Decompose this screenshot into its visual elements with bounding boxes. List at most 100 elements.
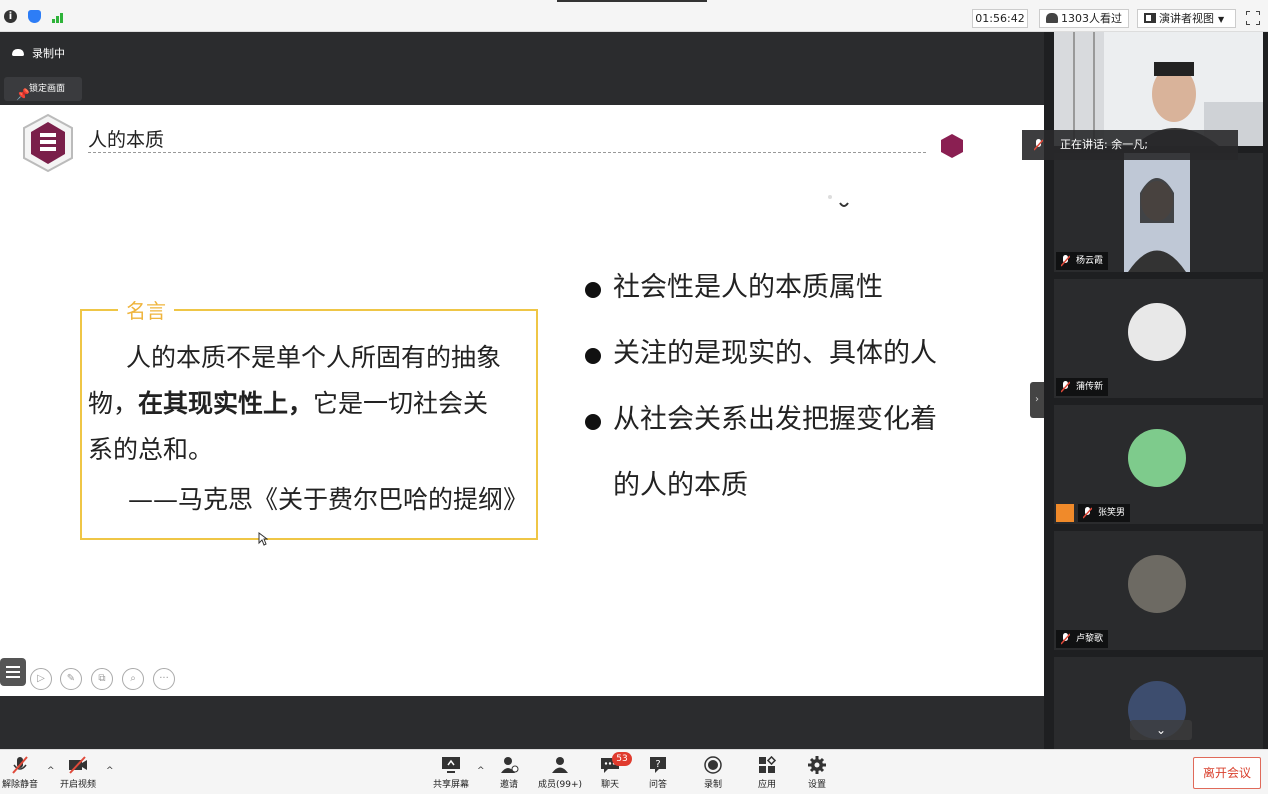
- chevron-down-icon[interactable]: ⌄: [1130, 720, 1192, 740]
- participant-label: 卢黎歌: [1056, 630, 1109, 648]
- cloud-icon: [12, 49, 24, 56]
- title-divider: [88, 152, 926, 153]
- invite-label: 邀请: [499, 780, 518, 790]
- hexagon-decoration: [941, 134, 963, 158]
- bullet-point: 社会性是人的本质属性: [585, 255, 965, 321]
- viewers-count[interactable]: 1303人看过: [1039, 9, 1129, 28]
- copy-icon[interactable]: ⧉: [91, 668, 113, 690]
- chat-label: 聊天: [600, 780, 619, 790]
- start-video-label: 开启视频: [60, 780, 97, 790]
- video-tile[interactable]: 杨云霞: [1054, 153, 1263, 272]
- top-status-bar: i 01:56:42 1303人看过 演讲者视图 ▼: [0, 0, 1268, 32]
- participant-name: 杨云霞: [1076, 256, 1104, 266]
- gear-icon: [808, 756, 826, 774]
- quote-line-1: 人的本质不是单个人所固有的抽象: [126, 343, 502, 372]
- chevron-up-icon[interactable]: ^: [477, 766, 485, 776]
- shield-icon[interactable]: [28, 10, 41, 23]
- video-tile-speaker[interactable]: [1054, 32, 1263, 146]
- fullscreen-icon[interactable]: [1246, 11, 1260, 25]
- top-handle: [557, 0, 707, 2]
- record-label: 录制: [703, 780, 722, 790]
- quote-tag: 名言: [118, 295, 174, 324]
- play-icon[interactable]: ▷: [30, 668, 52, 690]
- svg-text:?: ?: [655, 759, 660, 770]
- bullet-text: 社会性是人的本质属性: [613, 272, 883, 303]
- bullet-points: 社会性是人的本质属性 关注的是现实的、具体的人 从社会关系出发把握变化着 的人的…: [585, 255, 965, 519]
- bullet-continuation: 的人的本质: [613, 470, 748, 501]
- members-button[interactable]: 成员(99+): [538, 756, 582, 790]
- participant-label: 张笑男: [1078, 504, 1131, 522]
- presentation-slide: 人的本质 名言 人的本质不是单个人所固有的抽象 物，在其现实性上，它是一切社会关…: [0, 105, 1044, 696]
- recording-label: 录制中: [32, 47, 65, 60]
- viewers-label: 1303人看过: [1061, 12, 1122, 25]
- slide-title: 人的本质: [88, 129, 165, 151]
- video-tile[interactable]: 张笑男: [1054, 405, 1263, 524]
- avatar: [1128, 429, 1186, 487]
- bottom-toolbar: 解除静音 ^ 开启视频 ^ 共享屏幕 ^ 邀请 成员(99+) 聊天 ? 问答: [0, 749, 1268, 794]
- lock-screen-button[interactable]: 📌 锁定画面: [4, 77, 82, 101]
- pen-icon[interactable]: ✎: [60, 668, 82, 690]
- chevron-right-icon[interactable]: ›: [1030, 382, 1044, 418]
- mic-muted-icon: [1061, 633, 1070, 645]
- apps-button[interactable]: 应用: [757, 756, 777, 790]
- view-mode-dropdown[interactable]: 演讲者视图 ▼: [1137, 9, 1236, 28]
- speaker-video: [1054, 32, 1263, 146]
- quote-text: 人的本质不是单个人所固有的抽象 物，在其现实性上，它是一切社会关 系的总和。: [88, 335, 538, 473]
- speaking-indicator: 正在讲话: 余一凡;: [1022, 130, 1238, 160]
- mic-muted-icon: [1061, 255, 1070, 267]
- share-screen-button[interactable]: 共享屏幕: [433, 756, 469, 790]
- invite-button[interactable]: 邀请: [499, 756, 519, 790]
- leave-meeting-button[interactable]: 离开会议: [1193, 757, 1261, 789]
- mic-muted-icon: [1061, 381, 1070, 393]
- quote-line-2: 物，在其现实性上，它是一切社会关: [88, 381, 538, 427]
- chevron-down-icon: ▼: [1218, 15, 1225, 24]
- apps-label: 应用: [757, 780, 776, 790]
- chevron-up-icon[interactable]: ^: [106, 766, 114, 776]
- bullet-icon: [585, 348, 601, 364]
- speaking-label: 正在讲话: 余一凡;: [1060, 138, 1148, 151]
- participant-name: 蒲传新: [1076, 382, 1104, 392]
- layout-icon: [1144, 13, 1156, 23]
- mouse-cursor-icon: [258, 532, 268, 546]
- chat-unread-badge: 53: [612, 752, 632, 766]
- unmute-label: 解除静音: [2, 780, 39, 790]
- share-screen-label: 共享屏幕: [433, 780, 470, 790]
- qa-button[interactable]: ? 问答: [648, 756, 668, 790]
- bullet-icon: [585, 282, 601, 298]
- settings-label: 设置: [807, 780, 826, 790]
- mic-muted-icon: [12, 756, 28, 774]
- quote-line-2-bold: 在其现实性上，: [138, 389, 314, 418]
- camera-off-icon: [69, 756, 87, 774]
- record-button[interactable]: 录制: [703, 756, 723, 790]
- participant-label: 蒲传新: [1056, 378, 1109, 396]
- quote-line-3: 系的总和。: [88, 435, 214, 464]
- participant-name: 卢黎歌: [1076, 634, 1104, 644]
- server-icon: [23, 113, 73, 173]
- pin-icon: 📌: [16, 88, 30, 101]
- info-icon[interactable]: i: [4, 10, 17, 23]
- quote-author: ——马克思《关于费尔巴哈的提纲》: [128, 485, 529, 514]
- unmute-button[interactable]: 解除静音: [2, 756, 38, 790]
- video-tile[interactable]: 蒲传新: [1054, 279, 1263, 398]
- apps-icon: [759, 756, 777, 773]
- view-mode-label: 演讲者视图: [1159, 12, 1214, 25]
- zoom-icon[interactable]: ⌕: [122, 668, 144, 690]
- more-icon[interactable]: ···: [153, 668, 175, 690]
- question-icon: ?: [650, 757, 666, 773]
- record-icon: [704, 756, 722, 774]
- qa-label: 问答: [648, 780, 667, 790]
- bullet-icon: [585, 414, 601, 430]
- start-video-button[interactable]: 开启视频: [60, 756, 96, 790]
- bullet-text: 关注的是现实的、具体的人: [613, 338, 937, 369]
- mic-icon: [1034, 139, 1043, 151]
- video-tile[interactable]: 卢黎歌: [1054, 531, 1263, 650]
- bullet-point: 从社会关系出发把握变化着: [585, 387, 965, 453]
- chevron-up-icon[interactable]: ^: [47, 766, 55, 776]
- annotation-toolbar: ▷ ✎ ⧉ ⌕ ···: [0, 664, 190, 694]
- participant-name: 张笑男: [1098, 508, 1126, 518]
- members-label: 成员(99+): [538, 780, 583, 790]
- signal-icon[interactable]: [52, 11, 66, 23]
- dots-decoration: [828, 195, 849, 207]
- meeting-timer: 01:56:42: [972, 9, 1028, 28]
- settings-button[interactable]: 设置: [807, 756, 827, 790]
